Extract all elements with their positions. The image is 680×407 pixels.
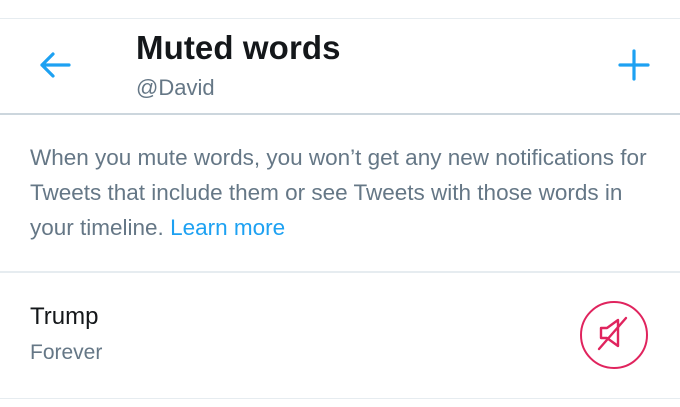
muted-words-screen: Muted words @David When you mute words, … <box>0 0 680 407</box>
page-title: Muted words <box>136 29 341 66</box>
plus-icon <box>618 48 650 86</box>
description-text: When you mute words, you won’t get any n… <box>30 145 647 240</box>
mute-description: When you mute words, you won’t get any n… <box>30 140 660 245</box>
back-button[interactable] <box>34 49 76 85</box>
header: Muted words @David <box>0 19 680 113</box>
add-muted-word-button[interactable] <box>612 47 656 87</box>
speaker-muted-icon <box>594 313 634 358</box>
unmute-button[interactable] <box>580 301 648 369</box>
muted-word-row[interactable]: Trump Forever <box>0 273 680 397</box>
header-divider <box>0 113 680 115</box>
muted-word-text: Trump <box>30 303 99 330</box>
arrow-left-icon <box>38 51 72 84</box>
account-handle: @David <box>136 75 215 100</box>
muted-word-duration: Forever <box>30 341 103 364</box>
bottom-divider <box>0 398 680 399</box>
learn-more-link[interactable]: Learn more <box>170 215 285 240</box>
